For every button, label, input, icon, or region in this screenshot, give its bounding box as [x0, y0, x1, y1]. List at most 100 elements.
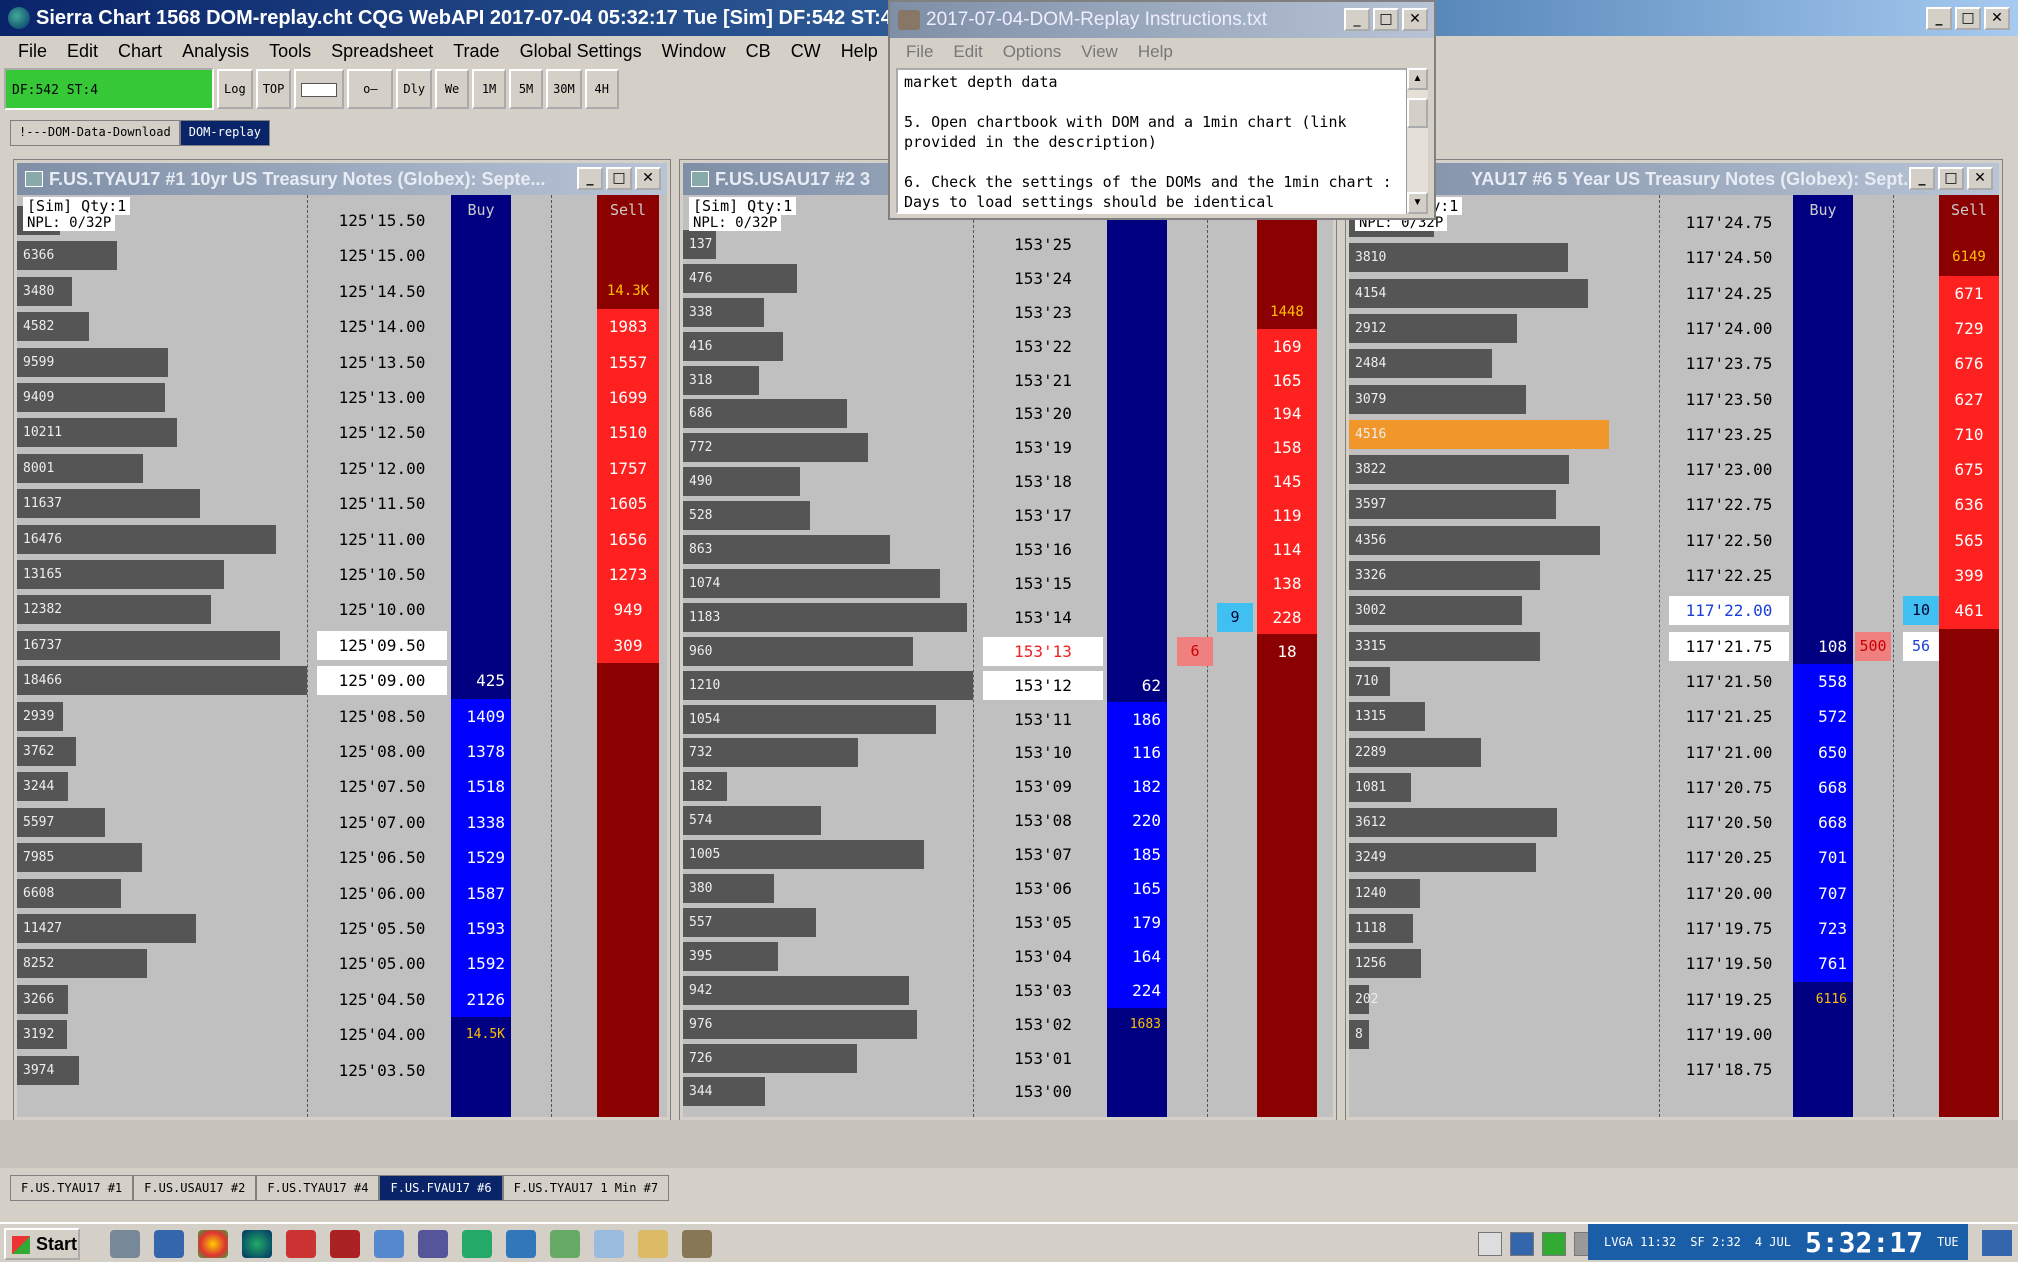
bid-size[interactable]: 707 [1793, 875, 1853, 912]
price-level[interactable]: 153'15 [983, 566, 1103, 601]
dom-row[interactable]: 3822 117'23.00 675 [1349, 452, 1999, 488]
dom-row[interactable]: 3612 117'20.50 668 [1349, 805, 1999, 841]
dom-row[interactable]: 726 153'01 [683, 1041, 1333, 1076]
price-level[interactable]: 125'15.50 [317, 203, 447, 238]
ask-size[interactable]: 1983 [597, 309, 659, 345]
dom-row[interactable]: 3249 117'20.25 701 [1349, 840, 1999, 876]
dom-row[interactable]: 574 153'08 220 [683, 803, 1333, 839]
price-level[interactable]: 125'08.50 [317, 699, 447, 734]
dom-row[interactable]: 1118 117'19.75 723 [1349, 911, 1999, 947]
bid-size[interactable]: 1518 [451, 769, 511, 805]
chart-tab-tyau17-4[interactable]: F.US.TYAU17 #4 [256, 1175, 380, 1201]
ask-size[interactable]: 1448 [1257, 294, 1317, 331]
price-level[interactable]: 153'10 [983, 735, 1103, 770]
close-button[interactable]: ✕ [1984, 7, 2010, 30]
dom-row[interactable]: 2939 125'08.50 1409 [17, 698, 667, 734]
bid-size[interactable]: 1593 [451, 911, 511, 947]
price-level[interactable]: 117'23.25 [1669, 417, 1789, 452]
dom-row[interactable]: 318 153'21 165 [683, 362, 1333, 398]
ask-size[interactable]: 114 [1257, 532, 1317, 568]
ask-size[interactable]: 1757 [597, 450, 659, 487]
minimize-button[interactable]: _ [1926, 7, 1952, 30]
dom-row[interactable]: 528 153'17 119 [683, 498, 1333, 534]
menu-chart[interactable]: Chart [108, 41, 172, 62]
app-icon-12[interactable] [594, 1230, 624, 1258]
dom-row[interactable]: 8252 125'05.00 1592 [17, 946, 667, 982]
notepad-taskbar-icon[interactable] [682, 1230, 712, 1258]
daily-button[interactable]: Dly [396, 69, 433, 109]
save-icon[interactable] [154, 1230, 184, 1258]
app-icon-5[interactable] [286, 1230, 316, 1258]
dom-row[interactable]: 11427 125'05.50 1593 [17, 911, 667, 947]
price-level[interactable]: 125'07.50 [317, 769, 447, 804]
ask-size[interactable]: 671 [1939, 275, 1999, 311]
price-level[interactable]: 153'06 [983, 871, 1103, 906]
chart-tab-tyau17-1min-7[interactable]: F.US.TYAU17 1 Min #7 [502, 1175, 670, 1201]
price-level[interactable]: 125'04.00 [317, 1017, 447, 1052]
bid-size[interactable]: 761 [1793, 946, 1853, 982]
price-level[interactable]: 153'23 [983, 295, 1103, 330]
dom-row[interactable]: 476 153'24 [683, 261, 1333, 296]
price-level[interactable]: 125'09.00 [317, 666, 447, 696]
dom-row[interactable]: 16476 125'11.00 1656 [17, 521, 667, 557]
price-level[interactable]: 125'06.00 [317, 876, 447, 911]
bid-size[interactable]: 116 [1107, 735, 1167, 771]
ask-size[interactable]: 399 [1939, 558, 1999, 594]
ask-size[interactable]: 228 [1257, 599, 1317, 636]
close-button[interactable]: ✕ [1967, 167, 1993, 190]
dom-row[interactable]: 3315 117'21.75 108 56 500 [1349, 628, 1999, 664]
price-level[interactable]: 153'24 [983, 261, 1103, 296]
ask-size[interactable]: 675 [1939, 452, 1999, 488]
notepad-text-area[interactable]: market depth data 5. Open chartbook with… [896, 68, 1410, 214]
weekly-button[interactable]: We [435, 69, 470, 109]
ask-size[interactable]: 1273 [597, 557, 659, 593]
ask-size[interactable]: 158 [1257, 430, 1317, 466]
dom-row[interactable]: 395 153'04 164 [683, 938, 1333, 975]
menu-global-settings[interactable]: Global Settings [510, 41, 652, 62]
price-level[interactable]: 117'24.50 [1669, 240, 1789, 275]
show-desktop-icon[interactable] [1982, 1230, 2012, 1256]
price-level[interactable]: 117'20.75 [1669, 770, 1789, 805]
sierra-chart-taskbar-icon[interactable] [242, 1230, 272, 1258]
app-icon-6[interactable] [330, 1230, 360, 1258]
price-level[interactable]: 153'07 [983, 837, 1103, 872]
dom-row[interactable]: 2484 117'23.75 676 [1349, 346, 1999, 382]
dom-row[interactable]: 976 153'02 1683 [683, 1007, 1333, 1042]
bid-size[interactable]: 1378 [451, 734, 511, 770]
dom-row[interactable]: 3079 117'23.50 627 [1349, 381, 1999, 417]
dom-row[interactable]: 338 153'23 1448 [683, 294, 1333, 331]
price-level[interactable]: 125'15.00 [317, 238, 447, 273]
bid-size[interactable]: 185 [1107, 837, 1167, 873]
ask-size[interactable]: 1605 [597, 486, 659, 522]
price-level[interactable]: 117'22.50 [1669, 523, 1789, 558]
maximize-button[interactable]: □ [1373, 8, 1399, 31]
bid-size[interactable]: 164 [1107, 938, 1167, 975]
price-level[interactable]: 153'21 [983, 363, 1103, 398]
price-level[interactable]: 153'00 [983, 1074, 1103, 1109]
price-level[interactable]: 153'13 [983, 636, 1103, 666]
5min-button[interactable]: 5M [509, 69, 544, 109]
app-icon-1[interactable] [110, 1230, 140, 1258]
price-level[interactable]: 125'10.00 [317, 592, 447, 627]
bid-size[interactable]: 668 [1793, 769, 1853, 806]
dom-window-tyau17[interactable]: F.US.TYAU17 #1 10yr US Treasury Notes (G… [13, 159, 671, 1121]
dom-row[interactable]: 9599 125'13.50 1557 [17, 344, 667, 380]
dom-row[interactable]: 117'18.75 [1349, 1052, 1999, 1087]
dom-row[interactable]: 8001 125'12.00 1757 [17, 450, 667, 487]
price-level[interactable]: 117'23.50 [1669, 382, 1789, 417]
dom-row[interactable]: 2912 117'24.00 729 [1349, 310, 1999, 347]
dom-row[interactable]: 1054 153'11 186 [683, 701, 1333, 737]
log-button[interactable]: Log [217, 69, 253, 109]
chart-tab-tyau17-1[interactable]: F.US.TYAU17 #1 [10, 1175, 134, 1201]
chevron-up-icon[interactable] [1478, 1232, 1502, 1256]
dom-row[interactable]: 1256 117'19.50 761 [1349, 946, 1999, 982]
tray-icon-save[interactable] [1510, 1232, 1534, 1256]
price-level[interactable]: 117'23.00 [1669, 452, 1789, 487]
price-level[interactable]: 117'21.25 [1669, 699, 1789, 734]
dom-row[interactable]: 4356 117'22.50 565 [1349, 522, 1999, 559]
dom-row[interactable]: 18466 125'09.00 425 [17, 663, 667, 699]
dom-row[interactable]: 380 153'06 165 [683, 871, 1333, 907]
bid-size[interactable]: 723 [1793, 911, 1853, 947]
bid-size[interactable]: 224 [1107, 972, 1167, 1009]
price-level[interactable]: 125'04.50 [317, 982, 447, 1017]
